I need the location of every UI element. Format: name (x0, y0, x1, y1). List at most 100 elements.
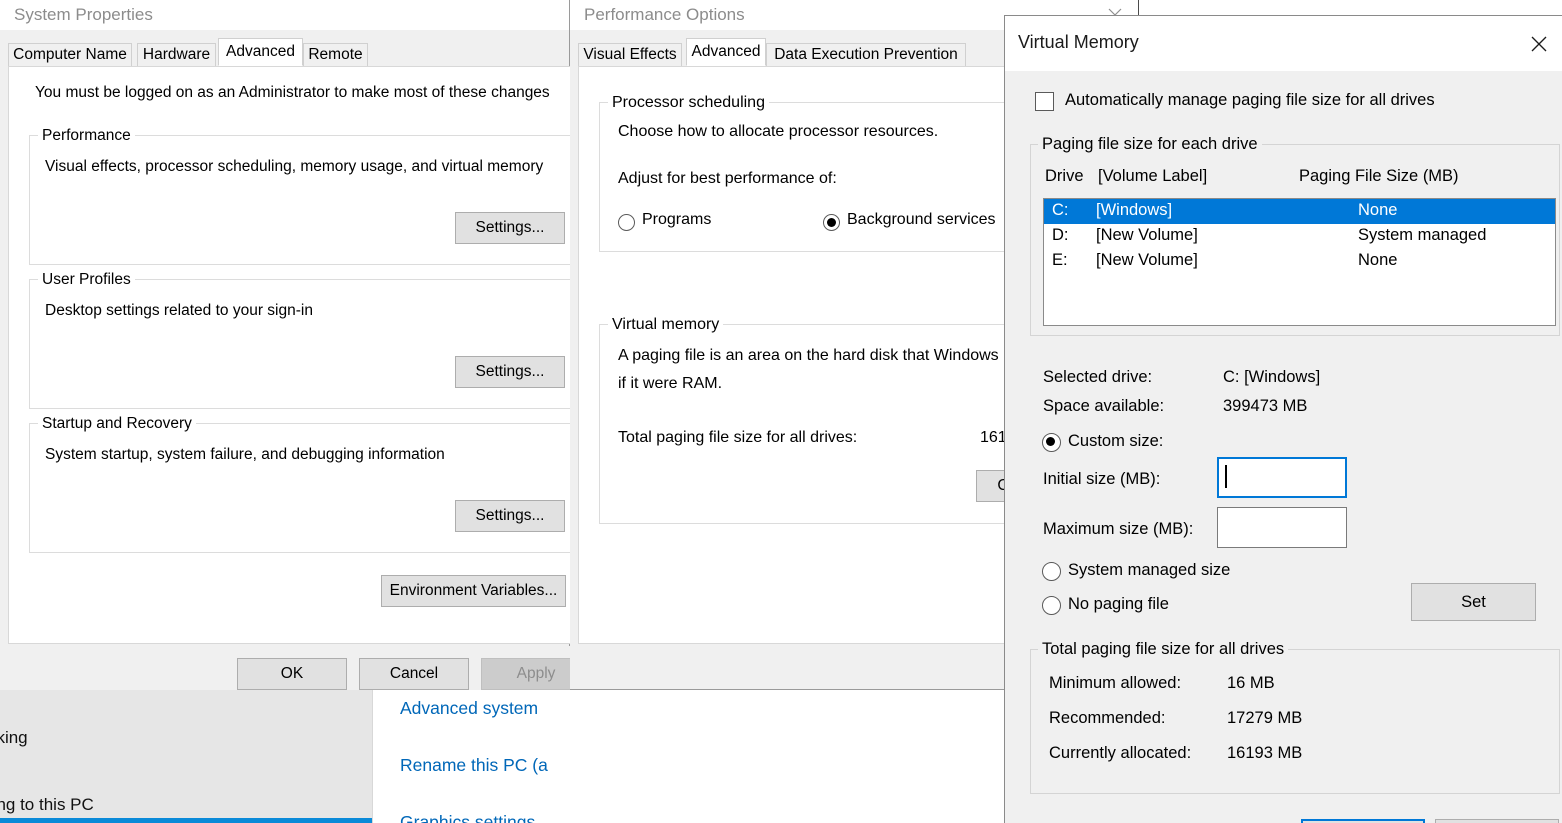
group-total-paging-file-size-legend: Total paging file size for all drives (1038, 640, 1289, 659)
virtual-memory-close-button[interactable] (1516, 26, 1562, 62)
system-properties-advanced-page: You must be logged on as an Administrato… (8, 66, 589, 644)
radio-programs[interactable] (618, 214, 635, 231)
group-total-paging-file-size: Total paging file size for all drives Mi… (1030, 640, 1560, 794)
drive-c-letter: C: (1052, 201, 1069, 219)
group-startup-recovery: Startup and Recovery System startup, sys… (29, 415, 589, 553)
radio-custom-size[interactable] (1042, 433, 1061, 452)
recommended-label: Recommended: (1049, 709, 1166, 727)
drive-d-label: [New Volume] (1096, 226, 1198, 244)
group-performance: Performance Visual effects, processor sc… (29, 127, 589, 265)
recommended-value: 17279 MB (1227, 709, 1303, 727)
group-user-profiles: User Profiles Desktop settings related t… (29, 271, 589, 409)
administrator-note: You must be logged on as an Administrato… (35, 84, 550, 101)
system-properties-button-bar: OK Cancel Apply (0, 646, 591, 690)
tab-advanced[interactable]: Advanced (218, 38, 303, 66)
radio-system-managed-size-label[interactable]: System managed size (1068, 561, 1230, 580)
ok-button[interactable]: OK (237, 658, 347, 690)
space-available-label: Space available: (1043, 397, 1165, 415)
link-rename-this-pc[interactable]: Rename this PC (a (400, 755, 548, 776)
cancel-button[interactable]: Cancel (359, 658, 469, 690)
maximum-size-input[interactable] (1217, 507, 1347, 548)
group-user-profiles-legend: User Profiles (38, 271, 135, 289)
drive-c-label: [Windows] (1096, 201, 1173, 219)
currently-allocated-value: 16193 MB (1227, 744, 1303, 762)
radio-background-services-label[interactable]: Background services (847, 211, 996, 229)
screen: itasking ecting to this PC Advanced syst… (0, 0, 1562, 823)
virtual-memory-title: Virtual Memory (1018, 32, 1139, 52)
radio-system-managed-size[interactable] (1042, 562, 1061, 581)
settings-text-projecting: ecting to this PC (0, 795, 94, 814)
drive-d-letter: D: (1052, 226, 1069, 244)
drive-list-row-d[interactable]: D: [New Volume] System managed (1044, 224, 1555, 249)
tab-visual-effects[interactable]: Visual Effects (578, 43, 682, 66)
virtual-memory-description-line2: if it were RAM. (618, 375, 723, 392)
radio-background-services[interactable] (823, 214, 840, 231)
tab-advanced-perf[interactable]: Advanced (686, 38, 766, 66)
drive-list-row-c[interactable]: C: [Windows] None (1044, 199, 1555, 224)
system-properties-title: System Properties (14, 5, 153, 24)
drive-list-row-e[interactable]: E: [New Volume] None (1044, 249, 1555, 274)
virtual-memory-button-bar (1005, 814, 1562, 823)
drive-e-label: [New Volume] (1096, 251, 1198, 269)
group-startup-recovery-description: System startup, system failure, and debu… (45, 446, 445, 463)
space-available-value: 399473 MB (1223, 397, 1308, 415)
group-startup-recovery-legend: Startup and Recovery (38, 415, 196, 433)
virtual-memory-dialog: Virtual Memory Automatically manage pagi… (1004, 15, 1562, 823)
system-properties-tabstrip: Computer Name Hardware Advanced Remote (0, 38, 570, 66)
currently-allocated-label: Currently allocated: (1049, 744, 1192, 762)
close-icon (1531, 36, 1547, 52)
settings-text-multitasking: itasking (0, 728, 28, 747)
initial-size-input[interactable] (1217, 457, 1347, 498)
virtual-memory-description-line1: A paging file is an area on the hard dis… (618, 347, 1059, 364)
settings-accent-bar (0, 818, 372, 823)
link-graphics-settings[interactable]: Graphics settings (400, 812, 535, 823)
group-paging-file-size-legend: Paging file size for each drive (1038, 135, 1262, 154)
tab-data-execution-prevention[interactable]: Data Execution Prevention (766, 43, 966, 66)
selected-drive-label: Selected drive: (1043, 368, 1153, 386)
text-caret (1225, 465, 1227, 488)
selected-drive-value: C: [Windows] (1223, 368, 1321, 386)
user-profiles-settings-button[interactable]: Settings... (455, 356, 565, 388)
tab-hardware[interactable]: Hardware (137, 43, 216, 66)
minimum-allowed-value: 16 MB (1227, 674, 1275, 692)
initial-size-label: Initial size (MB): (1043, 470, 1161, 488)
group-processor-scheduling-legend: Processor scheduling (608, 94, 769, 112)
vm-ok-button[interactable] (1301, 819, 1425, 823)
startup-recovery-settings-button[interactable]: Settings... (455, 500, 565, 532)
set-button[interactable]: Set (1411, 583, 1536, 621)
system-properties-titlebar: System Properties (0, 0, 569, 30)
performance-options-title: Performance Options (584, 5, 745, 24)
performance-settings-button[interactable]: Settings... (455, 212, 565, 244)
system-properties-window: System Properties Computer Name Hardware… (0, 0, 591, 690)
settings-divider (372, 690, 373, 823)
group-performance-legend: Performance (38, 127, 135, 145)
radio-custom-size-label[interactable]: Custom size: (1068, 432, 1163, 451)
processor-scheduling-description: Choose how to allocate processor resourc… (618, 123, 939, 140)
drive-list[interactable]: C: [Windows] None D: [New Volume] System… (1043, 198, 1556, 326)
virtual-memory-titlebar: Virtual Memory (1005, 16, 1562, 71)
column-header-volume-label: [Volume Label] (1098, 167, 1208, 185)
drive-e-letter: E: (1052, 251, 1068, 269)
auto-manage-paging-label[interactable]: Automatically manage paging file size fo… (1065, 91, 1435, 110)
tab-computer-name[interactable]: Computer Name (8, 43, 132, 66)
radio-no-paging-file-label[interactable]: No paging file (1068, 595, 1169, 614)
tab-remote[interactable]: Remote (303, 43, 368, 66)
vm-cancel-button[interactable] (1435, 819, 1559, 823)
drive-d-size: System managed (1358, 226, 1487, 244)
drive-c-size: None (1358, 201, 1398, 219)
environment-variables-button[interactable]: Environment Variables... (381, 575, 566, 607)
minimum-allowed-label: Minimum allowed: (1049, 674, 1182, 692)
link-advanced-system-settings[interactable]: Advanced system (400, 698, 538, 719)
column-header-paging-file-size: Paging File Size (MB) (1299, 167, 1459, 185)
auto-manage-paging-checkbox[interactable] (1035, 92, 1054, 111)
radio-no-paging-file[interactable] (1042, 596, 1061, 615)
total-paging-file-size-label: Total paging file size for all drives: (618, 429, 858, 446)
group-virtual-memory-legend: Virtual memory (608, 316, 724, 334)
processor-scheduling-prompt: Adjust for best performance of: (618, 170, 837, 187)
drive-e-size: None (1358, 251, 1398, 269)
maximum-size-label: Maximum size (MB): (1043, 520, 1194, 538)
settings-related-links: Advanced system Rename this PC (a Graphi… (380, 690, 570, 823)
group-performance-description: Visual effects, processor scheduling, me… (45, 158, 544, 175)
radio-programs-label[interactable]: Programs (642, 211, 711, 229)
column-header-drive: Drive (1045, 167, 1084, 185)
